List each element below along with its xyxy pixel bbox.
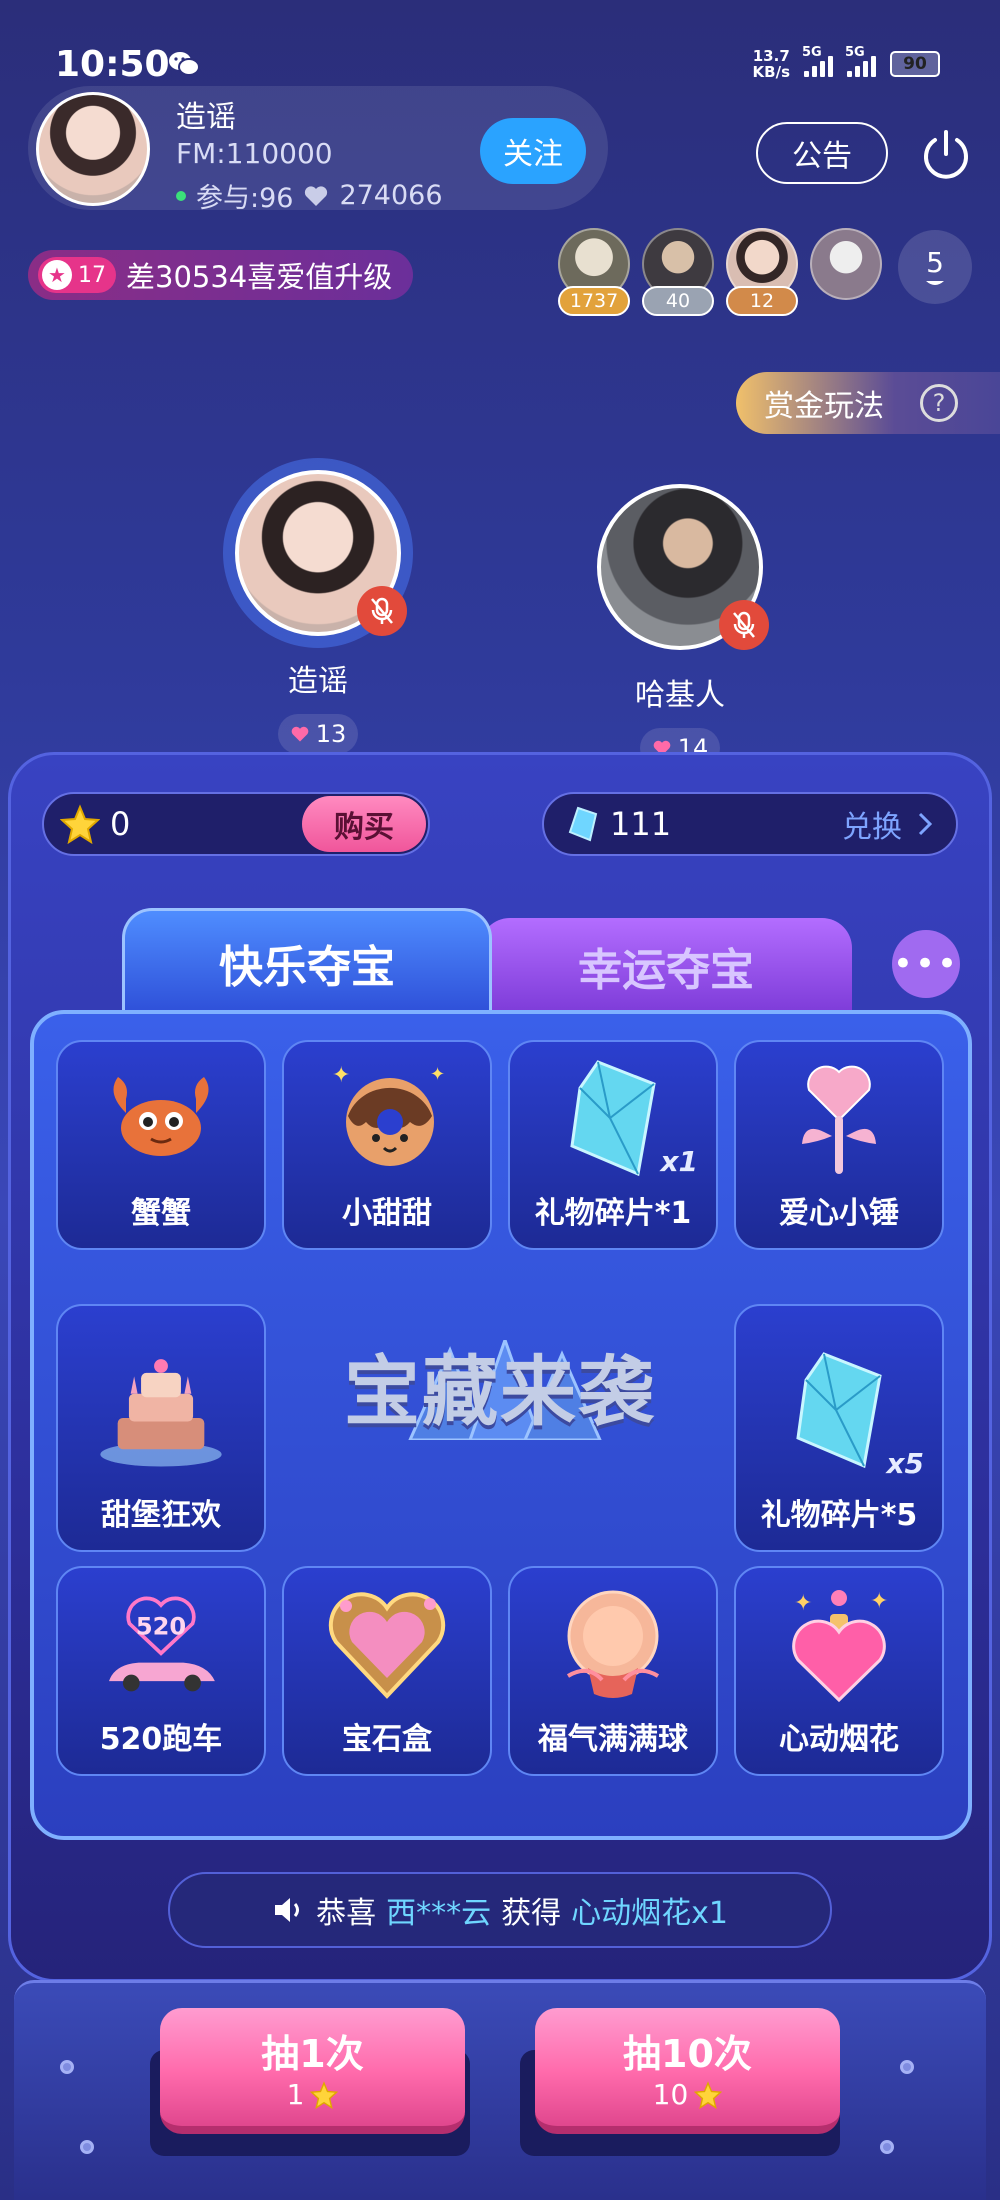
network-speed: 13.7 KB/s — [752, 47, 790, 81]
heart-hammer-icon — [774, 1058, 904, 1178]
seat-name: 哈基人 — [635, 678, 725, 713]
treasure-title: 宝藏来袭 — [344, 1347, 656, 1436]
level-badge: ★ 17 — [38, 257, 116, 293]
bolt-decoration — [60, 2060, 74, 2074]
wechat-icon — [169, 52, 200, 76]
mic-seat[interactable]: 哈基人 14 — [570, 472, 790, 768]
speaker-icon — [275, 1898, 300, 1922]
car-label: 520 — [136, 1613, 186, 1641]
quantity-label: x1 — [660, 1145, 698, 1178]
room-avatar[interactable] — [36, 92, 150, 206]
contribution-count: 12 — [726, 286, 798, 316]
prize-item[interactable]: 宝石盒 — [282, 1566, 492, 1776]
chevron-down-icon — [926, 280, 944, 285]
more-icon[interactable]: ••• — [892, 930, 960, 998]
chevron-right-icon — [918, 812, 932, 836]
contribution-count: 40 — [642, 286, 714, 316]
prize-item[interactable]: 福气满满球 — [508, 1566, 718, 1776]
bounty-mode-button[interactable]: 赏金玩法 ? — [736, 372, 1000, 434]
top-user[interactable]: 1737 — [558, 228, 630, 324]
sports-car-icon: 520 — [96, 1584, 226, 1704]
star-icon: ★ — [42, 260, 72, 290]
notice-button[interactable]: 公告 — [756, 122, 888, 184]
prize-item[interactable]: 爱心小锤 — [734, 1040, 944, 1250]
winner-announcement: 恭喜 西***云 获得 心动烟花x1 — [168, 1872, 832, 1948]
draw-once-button[interactable]: 抽1次 1 — [160, 2008, 465, 2134]
status-time: 10:50 — [55, 44, 170, 85]
bolt-decoration — [900, 2060, 914, 2074]
crystal-icon: x5 — [774, 1340, 924, 1480]
bolt-decoration — [880, 2140, 894, 2154]
seat-ring — [223, 458, 413, 648]
prize-item[interactable]: 蟹蟹 — [56, 1040, 266, 1250]
crab-icon — [96, 1058, 226, 1178]
room-stats: 参与:96 274066 — [176, 176, 443, 215]
participant-count: 参与:96 — [196, 183, 294, 214]
fortune-ball-icon — [548, 1584, 678, 1704]
like-count: 274066 — [339, 180, 443, 211]
mic-muted-icon — [719, 600, 769, 650]
mic-seat[interactable]: 造谣 13 — [208, 458, 428, 754]
signal-icon: 5G — [802, 45, 833, 77]
status-indicators: 13.7 KB/s 5G 5G 90 — [752, 45, 940, 81]
quantity-label: x5 — [886, 1447, 924, 1480]
power-icon[interactable] — [918, 126, 974, 182]
prize-item[interactable]: x1 礼物碎片*1 — [508, 1040, 718, 1250]
seat-ring — [585, 472, 775, 662]
top-contributors: 1737 40 12 — [558, 228, 882, 324]
gem-box-icon — [322, 1584, 452, 1704]
gem-balance: 111 兑换 — [542, 792, 958, 856]
level-progress-pill[interactable]: ★ 17 差30534喜爱值升级 — [28, 250, 413, 300]
svg-text:✦: ✦ — [794, 1591, 812, 1616]
svg-text:✦: ✦ — [332, 1063, 350, 1088]
prize-item[interactable]: ✦ ✦ 心动烟花 — [734, 1566, 944, 1776]
signal-icon: 5G — [845, 45, 876, 77]
room-fm-id: FM:110000 — [176, 137, 333, 170]
bounty-label: 赏金玩法 — [764, 389, 884, 424]
star-icon — [60, 804, 100, 844]
donut-icon: ✦ ✦ — [322, 1058, 452, 1178]
seat-name: 造谣 — [288, 664, 348, 699]
avatar — [810, 228, 882, 300]
top-user[interactable]: 40 — [642, 228, 714, 324]
bolt-decoration — [80, 2140, 94, 2154]
svg-text:✦: ✦ — [430, 1064, 445, 1085]
star-icon — [694, 2080, 723, 2109]
prize-item[interactable]: ✦ ✦ 小甜甜 — [282, 1040, 492, 1250]
heart-icon — [291, 726, 309, 742]
help-icon[interactable]: ? — [920, 384, 958, 422]
prize-item[interactable]: x5 礼物碎片*5 — [734, 1304, 944, 1552]
room-name: 造谣 — [176, 100, 236, 135]
tab-lucky-treasure[interactable]: 幸运夺宝 — [480, 918, 852, 1014]
heart-firework-icon: ✦ ✦ — [774, 1584, 904, 1704]
follow-button[interactable]: 关注 — [480, 118, 586, 184]
battery-icon: 90 — [890, 51, 940, 77]
svg-text:✦: ✦ — [870, 1589, 888, 1614]
online-dot-icon — [176, 190, 186, 201]
seat-hearts: 13 — [277, 714, 359, 754]
level-progress-text: 差30534喜爱值升级 — [126, 260, 393, 294]
crystal-icon: x1 — [548, 1058, 698, 1178]
heart-icon — [305, 185, 328, 206]
draw-ten-button[interactable]: 抽10次 10 — [535, 2008, 840, 2134]
tab-happy-treasure[interactable]: 快乐夺宝 — [122, 908, 492, 1014]
online-count[interactable]: 5 — [898, 230, 972, 304]
top-user[interactable]: 12 — [726, 228, 798, 324]
castle-cake-icon — [96, 1330, 226, 1480]
top-user[interactable] — [810, 228, 882, 324]
contribution-count: 1737 — [558, 286, 630, 316]
exchange-button[interactable]: 兑换 — [842, 802, 932, 846]
prize-item[interactable]: 甜堡狂欢 — [56, 1304, 266, 1552]
star-icon — [310, 2080, 339, 2109]
buy-button[interactable]: 购买 — [302, 796, 426, 852]
mic-muted-icon — [357, 586, 407, 636]
prize-item[interactable]: 520 520跑车 — [56, 1566, 266, 1776]
crystal-icon — [568, 806, 598, 842]
